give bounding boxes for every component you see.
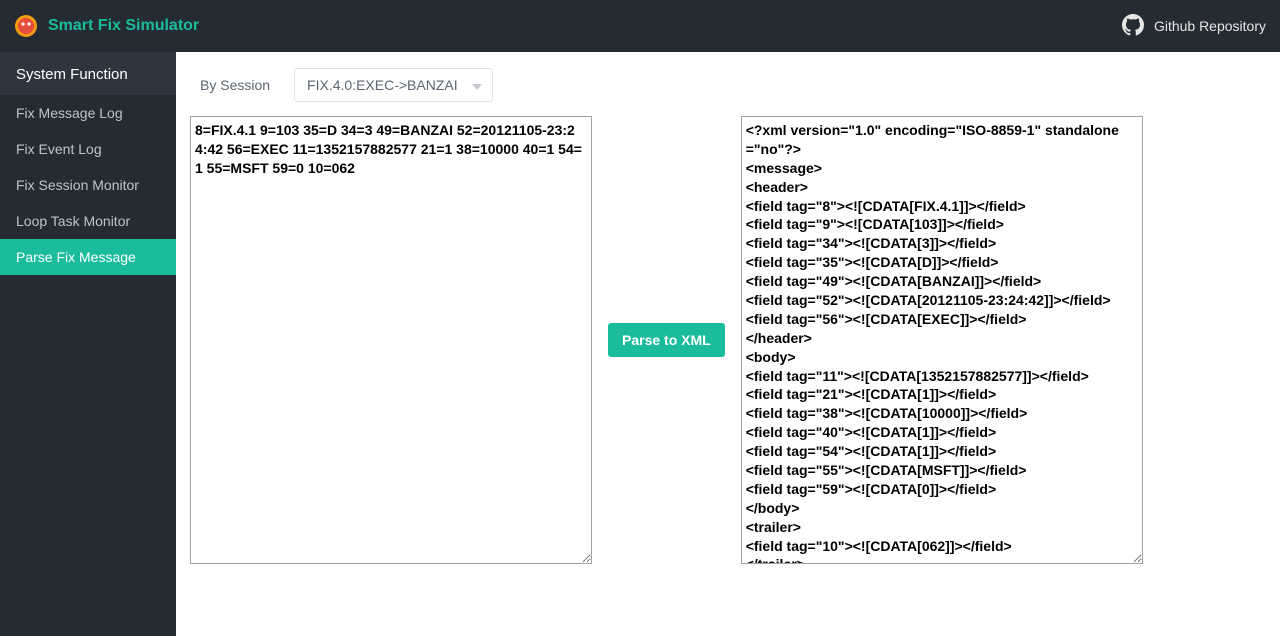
github-repo-label: Github Repository [1154,18,1266,34]
sidebar-item-parse-fix-message[interactable]: Parse Fix Message [0,239,176,275]
fix-xml-output[interactable] [741,116,1143,564]
session-select-value: FIX.4.0:EXEC->BANZAI [307,77,458,93]
sidebar-item-label: Loop Task Monitor [16,213,130,229]
session-select[interactable]: FIX.4.0:EXEC->BANZAI [294,68,493,102]
brand[interactable]: Smart Fix Simulator [14,14,199,38]
fix-raw-input[interactable] [190,116,592,564]
sidebar-item-label: Fix Message Log [16,105,123,121]
app-logo-icon [14,14,38,38]
sidebar-item-fix-message-log[interactable]: Fix Message Log [0,95,176,131]
sidebar-item-loop-task-monitor[interactable]: Loop Task Monitor [0,203,176,239]
sidebar: System Function Fix Message Log Fix Even… [0,52,176,636]
sidebar-item-label: Fix Event Log [16,141,102,157]
sidebar-group-title: System Function [0,52,176,95]
sidebar-item-fix-event-log[interactable]: Fix Event Log [0,131,176,167]
sidebar-item-fix-session-monitor[interactable]: Fix Session Monitor [0,167,176,203]
parse-to-xml-button[interactable]: Parse to XML [608,323,725,357]
filter-label: By Session [190,71,280,99]
chevron-down-icon [472,77,482,93]
github-repo-link[interactable]: Github Repository [1122,14,1266,39]
sidebar-item-label: Fix Session Monitor [16,177,139,193]
github-icon [1122,14,1144,39]
app-title: Smart Fix Simulator [48,17,199,35]
parse-work-row: Parse to XML [190,116,1256,564]
topbar: Smart Fix Simulator Github Repository [0,0,1280,52]
sidebar-item-label: Parse Fix Message [16,249,136,265]
main-content: By Session FIX.4.0:EXEC->BANZAI Parse to… [176,52,1280,636]
filter-bar: By Session FIX.4.0:EXEC->BANZAI [190,68,1256,102]
